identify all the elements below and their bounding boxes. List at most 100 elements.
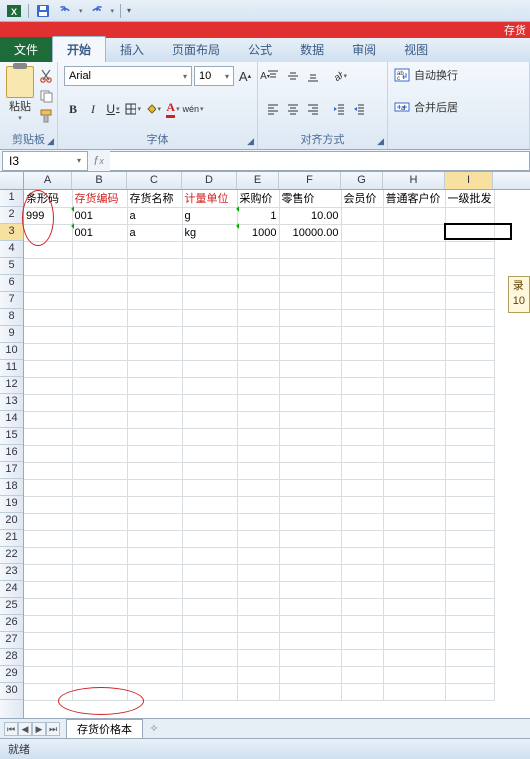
cell[interactable] xyxy=(182,479,237,496)
cell[interactable] xyxy=(237,513,279,530)
cell[interactable] xyxy=(279,496,341,513)
cell[interactable] xyxy=(445,564,494,581)
cell[interactable] xyxy=(383,207,445,224)
paste-dropdown-icon[interactable]: ▾ xyxy=(18,114,22,122)
cell[interactable] xyxy=(383,275,445,292)
font-size-select[interactable]: 10▾ xyxy=(194,66,234,86)
cell[interactable] xyxy=(383,292,445,309)
cell[interactable] xyxy=(24,275,72,292)
cell[interactable] xyxy=(237,309,279,326)
row-header-11[interactable]: 11 xyxy=(0,360,23,377)
cell[interactable] xyxy=(182,343,237,360)
cell[interactable] xyxy=(237,241,279,258)
cell[interactable] xyxy=(341,632,383,649)
cell[interactable] xyxy=(237,564,279,581)
cell[interactable] xyxy=(341,462,383,479)
cell[interactable] xyxy=(182,394,237,411)
cell[interactable] xyxy=(182,547,237,564)
cell[interactable] xyxy=(445,292,494,309)
row-header-17[interactable]: 17 xyxy=(0,462,23,479)
cell[interactable] xyxy=(445,343,494,360)
cell[interactable] xyxy=(24,343,72,360)
cell[interactable] xyxy=(237,343,279,360)
row-header-27[interactable]: 27 xyxy=(0,632,23,649)
row-header-21[interactable]: 21 xyxy=(0,530,23,547)
cell[interactable] xyxy=(279,666,341,683)
cell[interactable] xyxy=(237,530,279,547)
cell[interactable] xyxy=(72,275,127,292)
cell[interactable] xyxy=(24,309,72,326)
cell[interactable] xyxy=(341,513,383,530)
header-cell[interactable]: 存货编码 xyxy=(72,190,127,207)
cell[interactable] xyxy=(237,496,279,513)
cell[interactable] xyxy=(72,292,127,309)
cell[interactable] xyxy=(279,241,341,258)
cell[interactable] xyxy=(237,666,279,683)
cell[interactable] xyxy=(237,479,279,496)
cell[interactable] xyxy=(72,258,127,275)
cell[interactable] xyxy=(383,479,445,496)
cell[interactable] xyxy=(445,326,494,343)
cell[interactable] xyxy=(341,258,383,275)
cell[interactable] xyxy=(237,615,279,632)
cell[interactable] xyxy=(182,581,237,598)
align-expand-icon[interactable]: ◢ xyxy=(377,136,384,147)
bold-button[interactable]: B xyxy=(64,99,82,119)
cell[interactable] xyxy=(24,632,72,649)
cell[interactable] xyxy=(341,615,383,632)
formula-bar[interactable] xyxy=(110,151,530,171)
cell[interactable] xyxy=(182,377,237,394)
cell[interactable] xyxy=(383,615,445,632)
cell[interactable] xyxy=(279,581,341,598)
cell[interactable] xyxy=(445,377,494,394)
align-left-button[interactable] xyxy=(264,99,282,119)
tab-insert[interactable]: 插入 xyxy=(106,37,158,62)
cell[interactable] xyxy=(127,309,182,326)
cell[interactable]: 10000.00 xyxy=(279,224,341,241)
cell[interactable] xyxy=(24,496,72,513)
tab-file[interactable]: 文件 xyxy=(0,37,52,62)
cell[interactable] xyxy=(127,377,182,394)
cell[interactable] xyxy=(127,428,182,445)
row-header-10[interactable]: 10 xyxy=(0,343,23,360)
cell[interactable] xyxy=(72,479,127,496)
cell[interactable] xyxy=(182,326,237,343)
cut-icon[interactable] xyxy=(38,68,54,84)
cell[interactable] xyxy=(72,598,127,615)
cell[interactable] xyxy=(72,309,127,326)
cell[interactable] xyxy=(127,445,182,462)
tab-page-layout[interactable]: 页面布局 xyxy=(158,37,234,62)
cell[interactable] xyxy=(182,530,237,547)
font-expand-icon[interactable]: ◢ xyxy=(247,136,254,147)
undo-dropdown-icon[interactable]: ▾ xyxy=(79,7,83,15)
row-header-6[interactable]: 6 xyxy=(0,275,23,292)
cell[interactable] xyxy=(127,462,182,479)
row-header-4[interactable]: 4 xyxy=(0,241,23,258)
cell[interactable] xyxy=(341,207,383,224)
cell[interactable]: a xyxy=(127,224,182,241)
cell[interactable] xyxy=(127,513,182,530)
row-header-28[interactable]: 28 xyxy=(0,649,23,666)
row-header-22[interactable]: 22 xyxy=(0,547,23,564)
cell[interactable] xyxy=(182,513,237,530)
cell[interactable] xyxy=(341,564,383,581)
col-header-B[interactable]: B xyxy=(72,172,127,189)
cell[interactable] xyxy=(24,292,72,309)
cell[interactable] xyxy=(237,683,279,700)
grow-font-button[interactable]: A▴ xyxy=(236,66,254,86)
row-header-23[interactable]: 23 xyxy=(0,564,23,581)
cell[interactable] xyxy=(341,479,383,496)
cell[interactable] xyxy=(341,598,383,615)
cell[interactable] xyxy=(279,326,341,343)
cell[interactable] xyxy=(279,377,341,394)
paste-button[interactable]: 粘贴 ▾ xyxy=(6,66,34,122)
cell[interactable] xyxy=(445,241,494,258)
cell[interactable] xyxy=(182,309,237,326)
cell[interactable] xyxy=(383,394,445,411)
cell[interactable] xyxy=(279,615,341,632)
cell[interactable] xyxy=(341,241,383,258)
cell[interactable] xyxy=(445,462,494,479)
cell[interactable] xyxy=(445,411,494,428)
cell[interactable] xyxy=(127,479,182,496)
tab-home[interactable]: 开始 xyxy=(52,36,106,62)
